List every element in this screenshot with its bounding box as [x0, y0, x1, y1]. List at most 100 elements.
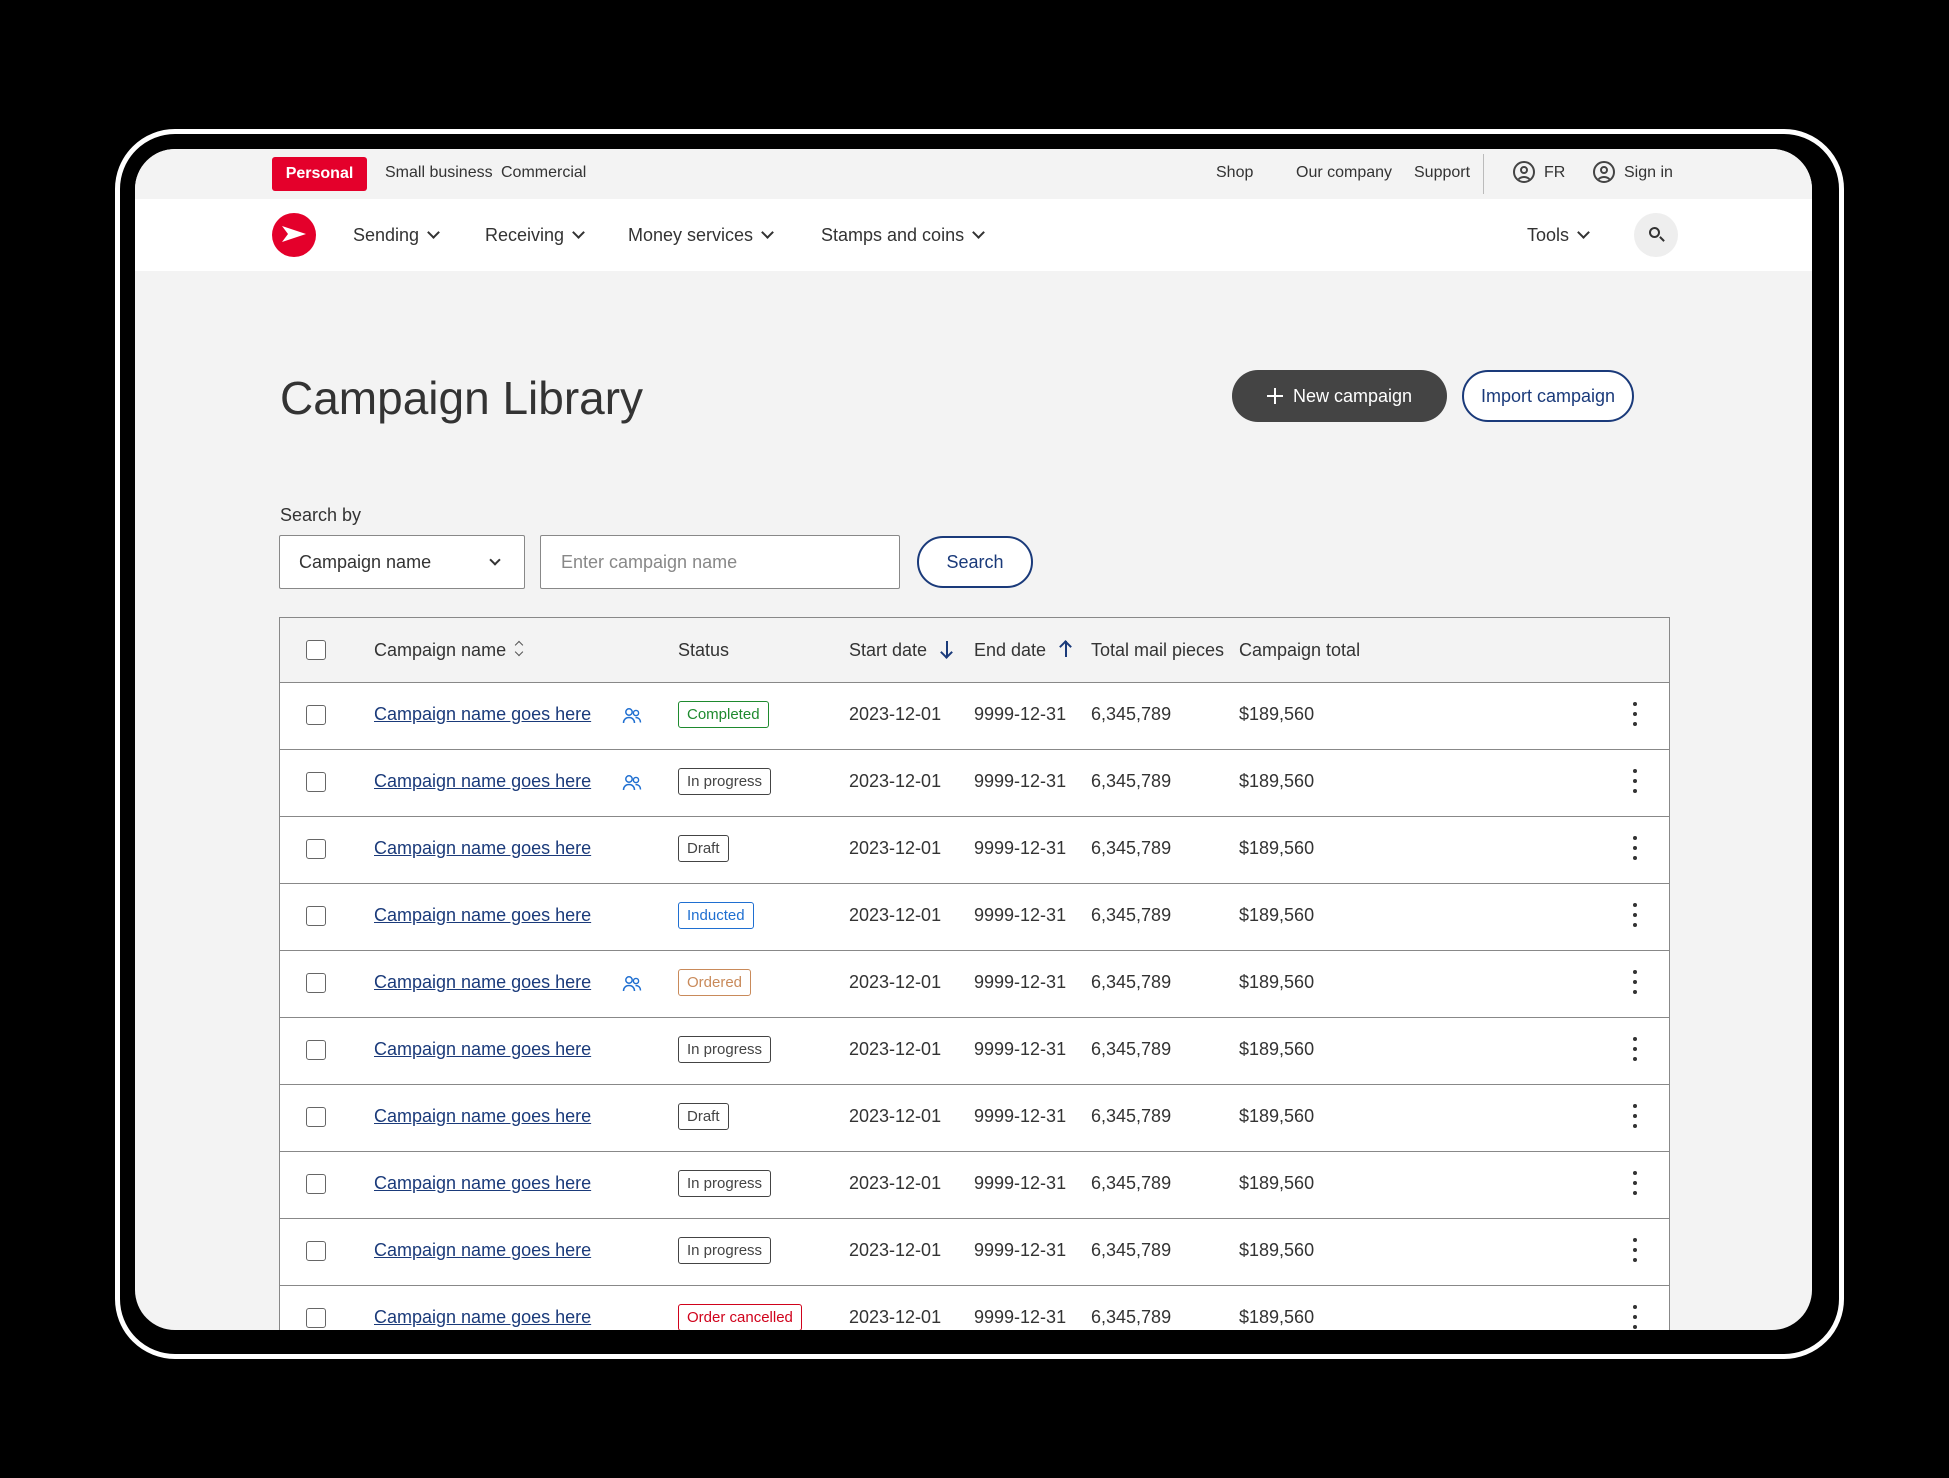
- campaign-name-link[interactable]: Campaign name goes here: [374, 771, 591, 792]
- campaign-total-cell: $189,560: [1239, 972, 1315, 992]
- support-link[interactable]: Support: [1414, 164, 1470, 182]
- sort-icon: [514, 640, 524, 658]
- table-row: Campaign name goes here Draft 2023-12-01 99…: [280, 816, 1669, 884]
- end-date-cell: 9999-12-31: [974, 905, 1067, 925]
- campaign-total-cell: $189,560: [1239, 1307, 1315, 1327]
- table-row: Campaign name goes here Order cancelled 20…: [280, 1285, 1669, 1330]
- campaign-total-cell: $189,560: [1239, 704, 1315, 724]
- row-checkbox[interactable]: [306, 1241, 326, 1261]
- campaign-name-link[interactable]: Campaign name goes here: [374, 838, 591, 859]
- nav-sending[interactable]: Sending: [353, 225, 440, 246]
- more-options-icon[interactable]: [1633, 1171, 1637, 1195]
- chevron-down-icon: [1577, 226, 1590, 239]
- row-checkbox[interactable]: [306, 705, 326, 725]
- new-campaign-button[interactable]: New campaign: [1232, 370, 1447, 422]
- chevron-down-icon: [572, 226, 585, 239]
- header-status: Status: [678, 640, 730, 660]
- table-row: Campaign name goes here In progress 2023-1…: [280, 1151, 1669, 1219]
- mail-pieces-cell: 6,345,789: [1091, 771, 1172, 791]
- campaign-name-link[interactable]: Campaign name goes here: [374, 1307, 591, 1328]
- new-campaign-label: New campaign: [1292, 385, 1413, 406]
- mail-pieces-cell: 6,345,789: [1091, 1240, 1172, 1260]
- status-badge: Draft: [678, 1103, 729, 1130]
- more-options-icon[interactable]: [1633, 970, 1637, 994]
- end-date-cell: 9999-12-31: [974, 1106, 1067, 1126]
- row-checkbox[interactable]: [306, 1040, 326, 1060]
- end-date-cell: 9999-12-31: [974, 771, 1067, 791]
- end-date-cell: 9999-12-31: [974, 1307, 1067, 1327]
- search-button[interactable]: Search: [917, 536, 1033, 588]
- more-options-icon[interactable]: [1633, 702, 1637, 726]
- campaign-name-link[interactable]: Campaign name goes here: [374, 972, 591, 993]
- campaign-total-cell: $189,560: [1239, 1039, 1315, 1059]
- account-icon: [1593, 161, 1615, 183]
- more-options-icon[interactable]: [1633, 1238, 1637, 1262]
- language-toggle[interactable]: FR: [1544, 164, 1565, 182]
- row-checkbox[interactable]: [306, 839, 326, 859]
- nav-tools[interactable]: Tools: [1527, 225, 1590, 246]
- status-badge: Completed: [678, 701, 769, 728]
- segment-personal[interactable]: Personal: [272, 157, 367, 191]
- our-company-link[interactable]: Our company: [1296, 164, 1392, 182]
- header-campaign-total: Campaign total: [1239, 640, 1361, 660]
- campaign-name-link[interactable]: Campaign name goes here: [374, 905, 591, 926]
- table-row: Campaign name goes here Inducted 2023-12-0…: [280, 883, 1669, 951]
- campaign-name-link[interactable]: Campaign name goes here: [374, 1106, 591, 1127]
- campaign-total-cell: $189,560: [1239, 838, 1315, 858]
- campaign-name-link[interactable]: Campaign name goes here: [374, 1240, 591, 1261]
- nav-money-services[interactable]: Money services: [628, 225, 774, 246]
- more-options-icon[interactable]: [1633, 1104, 1637, 1128]
- row-checkbox[interactable]: [306, 973, 326, 993]
- row-checkbox[interactable]: [306, 906, 326, 926]
- utility-divider: [1483, 154, 1484, 194]
- nav-receiving[interactable]: Receiving: [485, 225, 585, 246]
- status-badge: In progress: [678, 768, 772, 795]
- segment-commercial[interactable]: Commercial: [501, 164, 586, 182]
- more-options-icon[interactable]: [1633, 1037, 1637, 1061]
- chevron-down-icon: [489, 554, 501, 566]
- search-by-label: Search by: [280, 505, 362, 525]
- canada-post-logo-icon[interactable]: [272, 213, 316, 257]
- header-start-date[interactable]: Start date: [849, 640, 953, 661]
- more-options-icon[interactable]: [1633, 1305, 1637, 1329]
- table-row: Campaign name goes here In progress 2023-1…: [280, 749, 1669, 817]
- row-checkbox[interactable]: [306, 1174, 326, 1194]
- campaign-name-link[interactable]: Campaign name goes here: [374, 704, 591, 725]
- more-options-icon[interactable]: [1633, 903, 1637, 927]
- more-options-icon[interactable]: [1633, 836, 1637, 860]
- campaign-name-link[interactable]: Campaign name goes here: [374, 1173, 591, 1194]
- campaign-name-link[interactable]: Campaign name goes here: [374, 1039, 591, 1060]
- row-checkbox[interactable]: [306, 1308, 326, 1328]
- header-start-date-label: Start date: [849, 640, 928, 660]
- browser-screen: Personal Small business Commercial Shop …: [135, 149, 1812, 1330]
- search-by-select[interactable]: Campaign name: [279, 535, 525, 589]
- header-end-date[interactable]: End date: [974, 640, 1072, 661]
- status-badge: In progress: [678, 1170, 772, 1197]
- mail-pieces-cell: 6,345,789: [1091, 905, 1172, 925]
- arrow-up-icon: [1060, 640, 1072, 658]
- search-icon[interactable]: [1634, 213, 1678, 257]
- mail-pieces-cell: 6,345,789: [1091, 1106, 1172, 1126]
- start-date-cell: 2023-12-01: [849, 1173, 942, 1193]
- more-options-icon[interactable]: [1633, 769, 1637, 793]
- header-campaign-name[interactable]: Campaign name: [374, 640, 524, 661]
- mail-pieces-cell: 6,345,789: [1091, 1307, 1172, 1327]
- import-campaign-button[interactable]: Import campaign: [1462, 370, 1634, 422]
- table-row: Campaign name goes here Draft 2023-12-01 99…: [280, 1084, 1669, 1152]
- sign-in-link[interactable]: Sign in: [1624, 164, 1673, 182]
- status-badge: Draft: [678, 835, 729, 862]
- shop-link[interactable]: Shop: [1216, 164, 1253, 182]
- segment-small-business[interactable]: Small business: [385, 164, 493, 182]
- table-row: Campaign name goes here In progress 2023-1…: [280, 1218, 1669, 1286]
- arrow-down-icon: [941, 640, 953, 658]
- campaign-total-cell: $189,560: [1239, 1106, 1315, 1126]
- row-checkbox[interactable]: [306, 1107, 326, 1127]
- campaign-total-cell: $189,560: [1239, 771, 1315, 791]
- end-date-cell: 9999-12-31: [974, 704, 1067, 724]
- select-all-checkbox[interactable]: [306, 640, 326, 660]
- page-title: Campaign Library: [280, 372, 644, 424]
- campaign-name-input[interactable]: [540, 535, 900, 589]
- start-date-cell: 2023-12-01: [849, 905, 942, 925]
- row-checkbox[interactable]: [306, 772, 326, 792]
- nav-stamps-and-coins[interactable]: Stamps and coins: [821, 225, 985, 246]
